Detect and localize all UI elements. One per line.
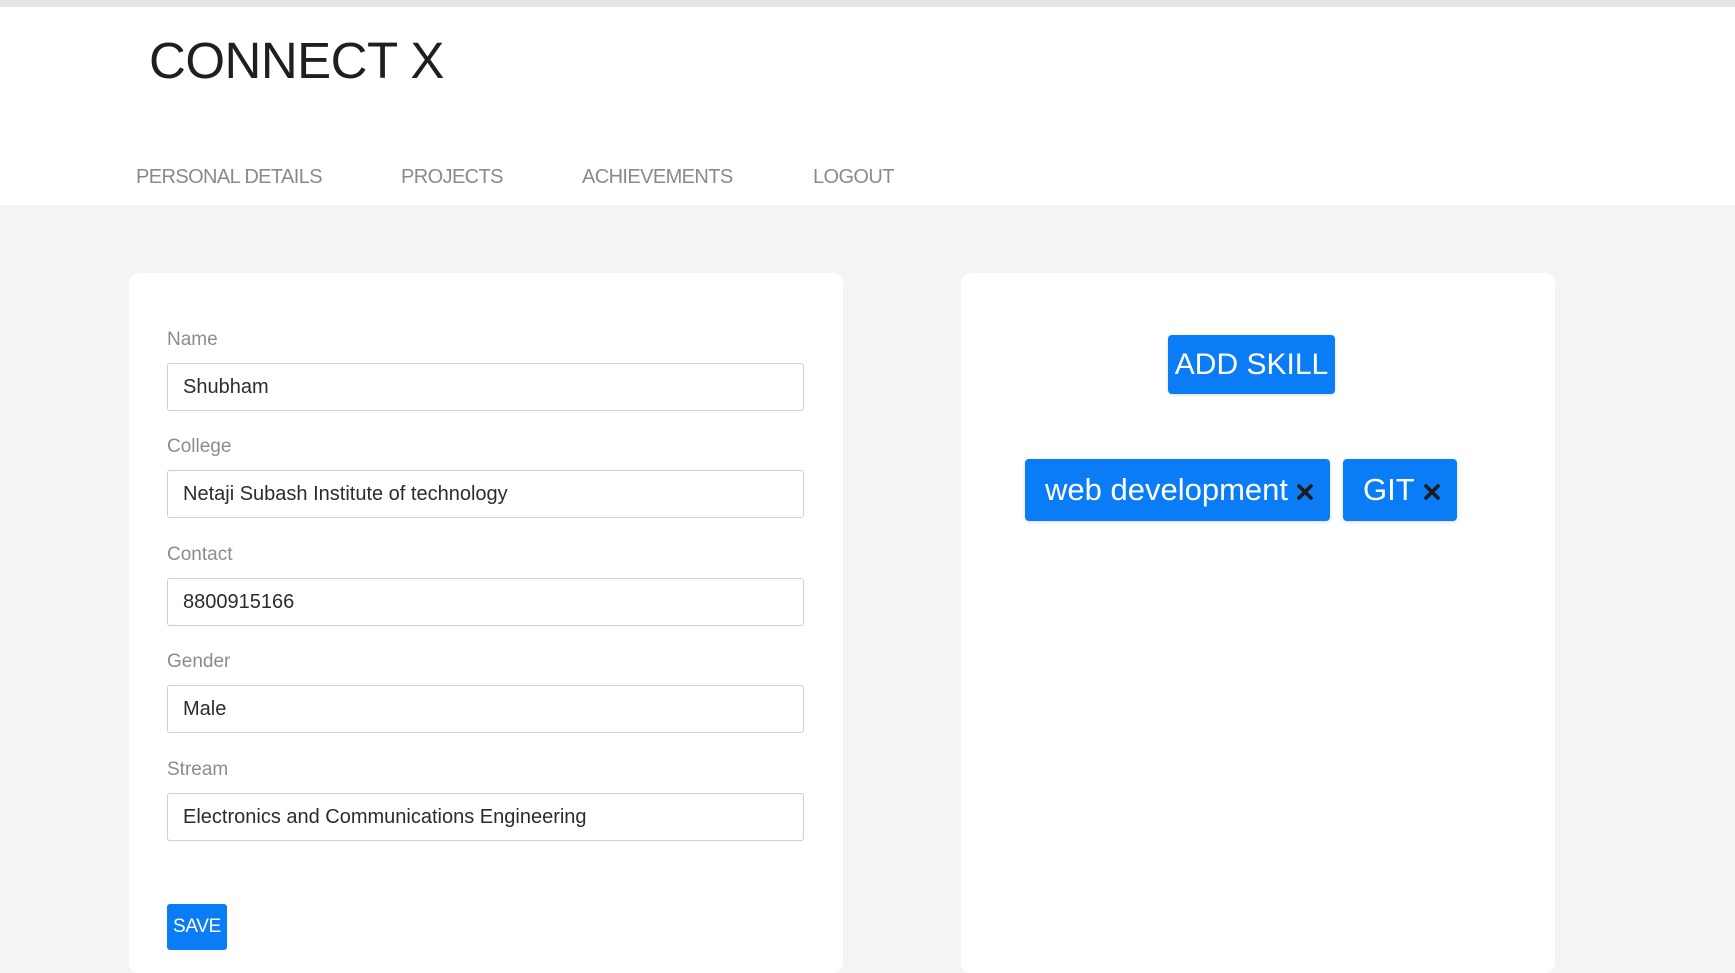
name-input[interactable] xyxy=(167,363,804,411)
skill-chip: GIT xyxy=(1343,459,1457,521)
close-icon[interactable] xyxy=(1421,481,1443,503)
save-button[interactable]: SAVE xyxy=(167,904,227,950)
nav-achievements[interactable]: ACHIEVEMENTS xyxy=(582,159,733,195)
skills-card: ADD SKILL web development GIT xyxy=(961,273,1555,973)
gender-label: Gender xyxy=(167,651,231,672)
college-label: College xyxy=(167,436,232,457)
stream-input[interactable] xyxy=(167,793,804,841)
nav-personal-details[interactable]: PERSONAL DETAILS xyxy=(136,159,323,195)
personal-details-card: Name College Contact Gender Stream SAVE xyxy=(129,273,843,973)
stream-label: Stream xyxy=(167,759,229,780)
main-nav: PERSONAL DETAILS PROJECTS ACHIEVEMENTS L… xyxy=(0,159,1000,195)
gender-input[interactable] xyxy=(167,685,804,733)
app-logo: CONNECT X xyxy=(149,32,444,89)
skill-chip-label: GIT xyxy=(1363,472,1415,507)
skill-chip-label: web development xyxy=(1045,472,1288,507)
nav-logout[interactable]: LOGOUT xyxy=(813,159,894,195)
name-label: Name xyxy=(167,329,218,350)
nav-projects[interactable]: PROJECTS xyxy=(401,159,503,195)
add-skill-button[interactable]: ADD SKILL xyxy=(1168,335,1335,394)
site-header: CONNECT X PERSONAL DETAILS PROJECTS ACHI… xyxy=(0,7,1735,205)
contact-input[interactable] xyxy=(167,578,804,626)
skill-chip: web development xyxy=(1025,459,1330,521)
window-top-border xyxy=(0,0,1735,7)
close-icon[interactable] xyxy=(1294,481,1316,503)
college-input[interactable] xyxy=(167,470,804,518)
contact-label: Contact xyxy=(167,544,233,565)
skill-chip-list: web development GIT xyxy=(1025,459,1457,521)
